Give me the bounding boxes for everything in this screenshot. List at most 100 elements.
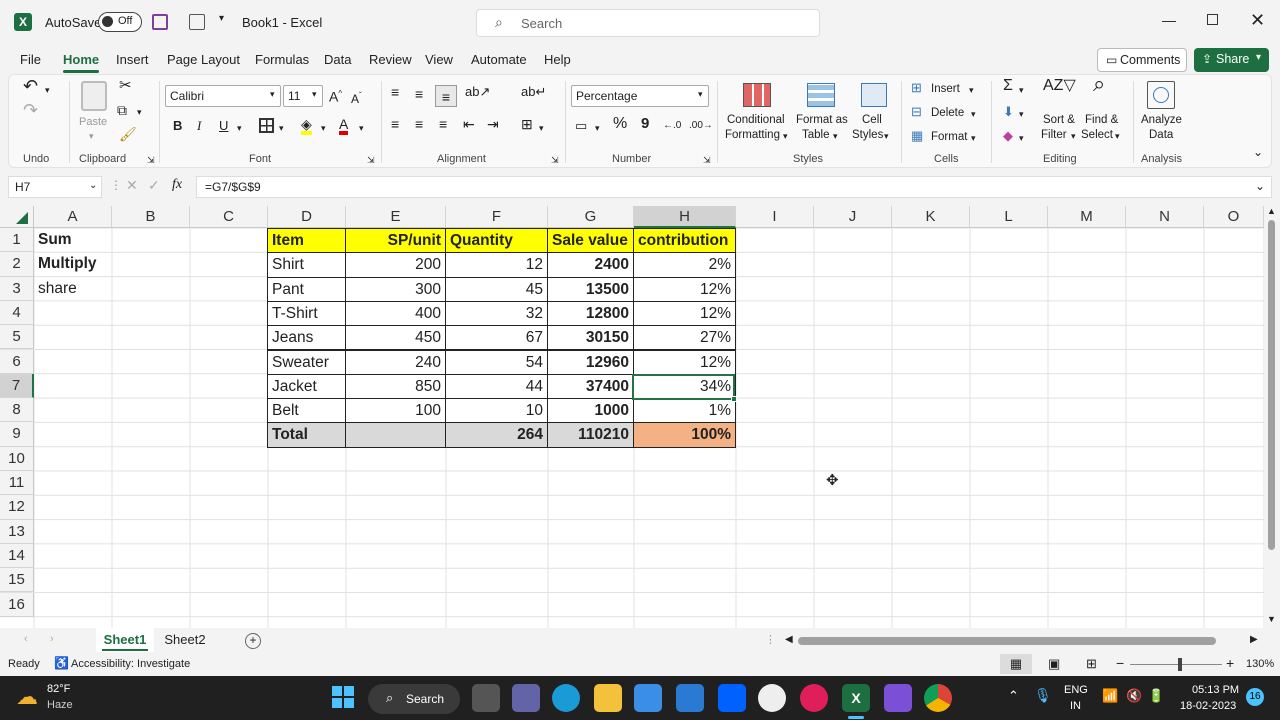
chrome-icon[interactable] [924,684,952,712]
autosum-icon[interactable]: Σ [1003,78,1013,94]
total-cell[interactable]: 264 [445,422,548,448]
table-cell[interactable]: 1000 [547,398,634,424]
accessibility-icon[interactable]: ♿ [54,656,69,670]
table-cell[interactable]: 100 [345,398,446,424]
align-right-icon[interactable]: ≡ [439,117,447,131]
slack-icon[interactable] [800,684,828,712]
font-name-select[interactable]: Calibri ▾ [165,85,281,107]
table-cell[interactable]: 12 [445,252,548,278]
table-header-cell[interactable]: contribution [633,228,736,254]
copy-icon[interactable]: ⧉ [117,103,127,117]
row-header[interactable]: 11 [0,471,34,496]
column-header[interactable]: I [736,206,814,228]
scroll-up-icon[interactable]: ▲ [1267,206,1276,216]
tab-review[interactable]: Review [369,52,412,67]
table-cell[interactable]: 240 [345,349,446,375]
weather-temp[interactable]: 82°F [47,683,70,695]
conditional-formatting-dropdown-icon[interactable]: ▾ [783,129,788,143]
row-header[interactable]: 10 [0,446,34,471]
decrease-indent-icon[interactable]: ⇤ [463,117,475,131]
tab-view[interactable]: View [425,52,453,67]
column-header[interactable]: L [970,206,1048,228]
table-cell[interactable]: 45 [445,276,548,302]
insert-dropdown-icon[interactable]: ▾ [969,83,974,97]
increase-font-icon[interactable]: A^ [329,87,342,104]
cancel-entry-icon[interactable]: ✕ [126,177,138,194]
weather-icon[interactable]: ☁ [16,684,38,710]
column-header[interactable]: F [446,206,548,228]
delete-dropdown-icon[interactable]: ▾ [971,107,976,121]
table-header-cell[interactable]: Item [267,228,346,254]
delete-cells-label[interactable]: Delete [931,106,964,120]
language-line2[interactable]: IN [1070,700,1081,712]
select-all-corner[interactable] [0,206,34,228]
table-cell[interactable]: 30150 [547,325,634,351]
font-color-icon[interactable]: A [339,117,349,135]
conditional-formatting-line1[interactable]: Conditional [727,113,785,127]
next-sheet-icon[interactable]: › [50,633,54,645]
expand-formula-icon[interactable]: ⌄ [1255,179,1265,193]
table-cell[interactable]: 13500 [547,276,634,302]
sort-filter-dropdown-icon[interactable]: ▾ [1071,129,1076,143]
column-header[interactable]: G [548,206,634,228]
row-header[interactable]: 2 [0,252,34,277]
autosum-dropdown-icon[interactable]: ▾ [1019,83,1024,97]
sheet-tab-sheet1[interactable]: Sheet1 [96,628,154,652]
copy-dropdown-icon[interactable]: ▾ [137,105,142,119]
close-icon[interactable]: ✕ [1250,10,1265,31]
tab-formulas[interactable]: Formulas [255,52,309,67]
row-header[interactable]: 3 [0,276,34,301]
clock-date[interactable]: 18-02-2023 [1180,700,1236,712]
table-cell[interactable]: Shirt [267,252,346,278]
normal-view-icon[interactable]: ▦ [1000,654,1032,674]
save-icon[interactable] [152,14,168,30]
table-cell[interactable]: 300 [345,276,446,302]
dropbox-icon[interactable] [718,684,746,712]
scroll-down-icon[interactable]: ▼ [1267,614,1276,624]
vertical-scroll-thumb[interactable] [1268,220,1275,550]
total-cell[interactable]: 100% [633,422,736,448]
undo-icon[interactable]: ↶ [23,77,38,95]
format-painter-icon[interactable]: 🖌 [119,127,137,141]
row-header[interactable]: 6 [0,349,34,374]
underline-button[interactable]: U [219,119,228,133]
font-launcher-icon[interactable]: ⇲ [367,153,375,167]
number-launcher-icon[interactable]: ⇲ [703,153,711,167]
row-header[interactable]: 16 [0,592,34,617]
table-cell[interactable]: 200 [345,252,446,278]
align-left-icon[interactable]: ≡ [391,117,399,131]
collapse-ribbon-icon[interactable]: ⌄ [1253,145,1263,159]
column-header[interactable]: M [1048,206,1126,228]
cell-styles-line2[interactable]: Styles [852,128,883,142]
tab-file[interactable]: File [20,52,41,67]
cell-styles-dropdown-icon[interactable]: ▾ [884,129,889,143]
decrease-font-icon[interactable]: Aˇ [351,89,362,106]
table-cell[interactable]: 44 [445,373,548,400]
zoom-out-icon[interactable]: − [1116,655,1124,671]
comma-style-button[interactable]: 9 [641,116,649,131]
row-header[interactable]: 15 [0,568,34,593]
align-bottom-icon[interactable]: ≡ [435,85,457,107]
row-header[interactable]: 13 [0,519,34,544]
sheet-tab-sheet2[interactable]: Sheet2 [158,628,212,652]
column-header[interactable]: N [1126,206,1204,228]
table-header-cell[interactable]: SP/unit [345,228,446,254]
table-cell[interactable]: 12% [633,349,736,375]
number-format-select[interactable]: Percentage ▾ [571,85,709,107]
fill-handle[interactable] [731,396,737,402]
microphone-icon[interactable]: 🎙 [1034,687,1052,704]
zoom-in-icon[interactable]: + [1226,655,1234,671]
analyze-data-line1[interactable]: Analyze [1141,113,1182,127]
cut-icon[interactable]: ✂ [119,78,132,93]
confirm-entry-icon[interactable]: ✓ [148,177,160,194]
horizontal-scroll-thumb[interactable] [798,637,1216,645]
clock-time[interactable]: 05:13 PM [1192,684,1239,696]
redo-icon[interactable]: ↷ [23,101,38,119]
row-header[interactable]: 12 [0,495,34,520]
format-dropdown-icon[interactable]: ▾ [971,131,976,145]
column-header[interactable]: B [112,206,190,228]
share-button[interactable]: ⇪ Share ▾ [1194,48,1269,72]
prev-sheet-icon[interactable]: ‹ [24,633,28,645]
format-as-table-icon[interactable] [807,83,835,107]
find-select-dropdown-icon[interactable]: ▾ [1115,129,1120,143]
